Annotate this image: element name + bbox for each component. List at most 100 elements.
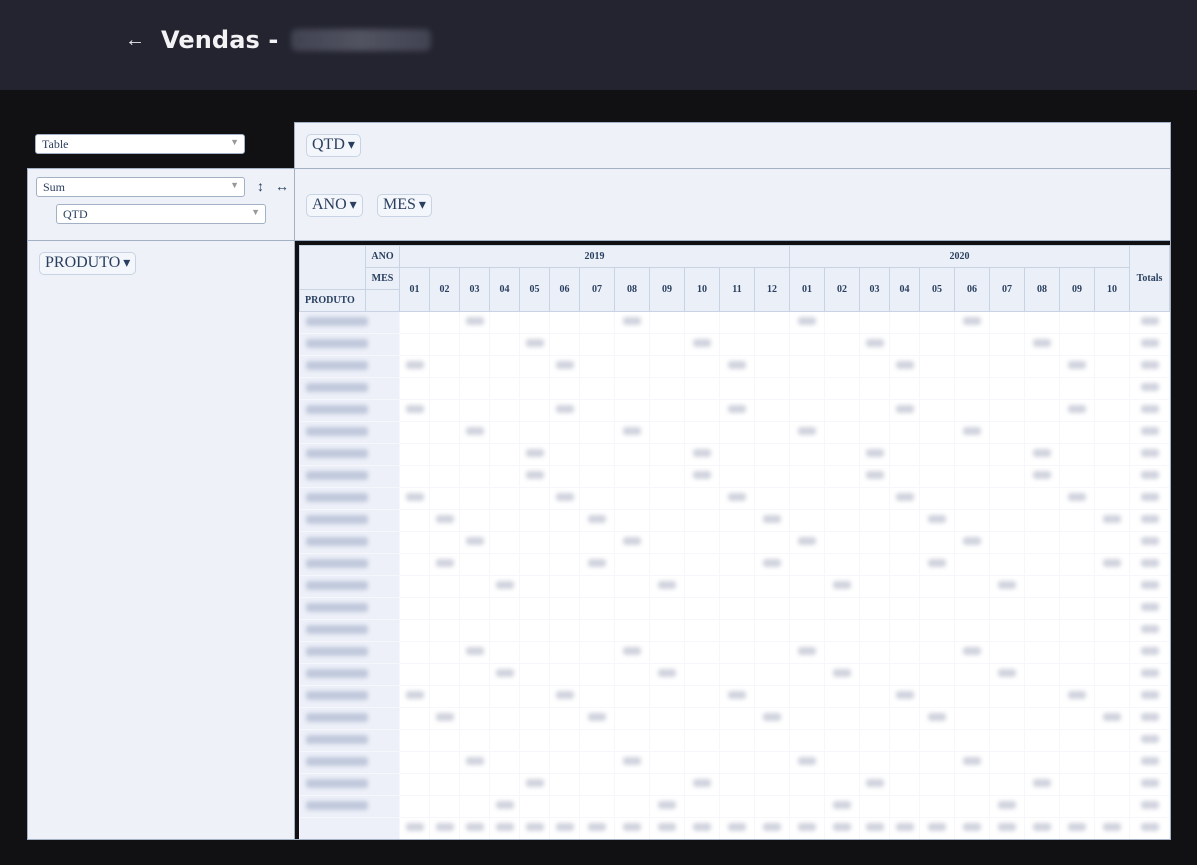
redacted-value (1068, 405, 1086, 413)
redacted-value (1140, 603, 1159, 611)
pivot-value-cell (649, 619, 685, 642)
pivot-row (299, 641, 1170, 664)
pivot-value-cell (614, 685, 650, 708)
pivot-value-cell (954, 729, 990, 752)
pivot-value-cell (1059, 355, 1095, 378)
pivot-value-cell (859, 773, 890, 796)
pivot-value-cell (459, 443, 490, 466)
pivot-value-cell (1129, 597, 1170, 620)
redacted-product-name (306, 712, 368, 722)
redacted-value (693, 779, 711, 787)
redacted-product-name (306, 360, 368, 370)
pivot-month-header: 11 (719, 267, 755, 312)
pivot-value-cell (649, 399, 685, 422)
pivot-value-cell (919, 509, 955, 532)
pivot-value-cell (684, 685, 720, 708)
pivot-value-cell (789, 729, 825, 752)
pivot-row-label (299, 509, 400, 532)
pivot-value-cell (754, 663, 790, 686)
redacted-value (525, 339, 544, 347)
col-order-icon[interactable]: ↔ (275, 178, 289, 194)
pivot-value-cell (989, 619, 1025, 642)
pivot-value-cell (684, 487, 720, 510)
pivot-value-cell (399, 685, 430, 708)
attr-produto[interactable]: PRODUTO ▾ (39, 252, 137, 275)
pivot-value-cell (989, 575, 1025, 598)
pivot-value-cell (429, 421, 460, 444)
pivot-row-label (299, 685, 400, 708)
pivot-value-cell (399, 333, 430, 356)
pivot-value-cell (719, 773, 755, 796)
pivot-value-cell (1024, 795, 1060, 818)
pivot-row-label (299, 311, 400, 334)
pivot-value-cell (614, 707, 650, 730)
pivot-value-cell (989, 751, 1025, 774)
pivot-value-cell (919, 575, 955, 598)
pivot-value-cell (1024, 509, 1060, 532)
attr-mes[interactable]: MES ▾ (377, 194, 432, 217)
pivot-value-cell (1129, 707, 1170, 730)
pivot-value-cell (789, 641, 825, 664)
pivot-value-cell (889, 421, 920, 444)
pivot-value-cell (859, 465, 890, 488)
pivot-value-cell (579, 619, 615, 642)
pivot-value-cell (789, 597, 825, 620)
pivot-ano-label: ANO (365, 245, 400, 268)
renderer-select[interactable]: Table ▼ (35, 134, 245, 154)
pivot-value-cell (549, 443, 580, 466)
redacted-value (588, 823, 606, 831)
redacted-value (435, 559, 454, 567)
redacted-value (1068, 691, 1086, 699)
redacted-value (833, 581, 851, 589)
pivot-value-cell (459, 509, 490, 532)
pivot-value-cell (399, 729, 430, 752)
redacted-value (798, 647, 816, 655)
pivot-row (299, 509, 1170, 532)
attr-qtd[interactable]: QTD ▾ (306, 134, 361, 157)
pivot-value-cell (399, 773, 430, 796)
redacted-value (693, 449, 711, 457)
pivot-value-cell (489, 729, 520, 752)
aggregator-value-select[interactable]: QTD ▼ (56, 204, 266, 224)
chevron-down-icon: ▼ (230, 180, 239, 190)
pivot-value-cell (684, 333, 720, 356)
pivot-value-cell (754, 685, 790, 708)
redacted-value (495, 801, 514, 809)
row-order-icon[interactable]: ↕ (257, 178, 264, 194)
attr-produto-label: PRODUTO (45, 254, 121, 271)
redacted-value (405, 823, 424, 831)
redacted-value (1140, 669, 1159, 677)
pivot-value-cell (954, 641, 990, 664)
pivot-value-cell (1024, 333, 1060, 356)
redacted-value (525, 779, 544, 787)
pivot-value-cell (1129, 333, 1170, 356)
pivot-value-cell (989, 355, 1025, 378)
pivot-value-cell (919, 443, 955, 466)
pivot-value-cell (954, 685, 990, 708)
aggregator-select[interactable]: Sum ▼ (36, 177, 245, 197)
pivot-value-cell (489, 399, 520, 422)
pivot-month-header: 05 (919, 267, 955, 312)
pivot-value-cell (889, 817, 920, 839)
pivot-value-cell (989, 399, 1025, 422)
arrow-left-icon[interactable]: ← (124, 29, 146, 51)
pivot-row (299, 773, 1170, 796)
pivot-row-label (299, 443, 400, 466)
pivot-value-cell (889, 465, 920, 488)
redacted-value (1033, 339, 1051, 347)
pivot-value-cell (889, 619, 920, 642)
redacted-value (1140, 581, 1159, 589)
pivot-value-cell (684, 399, 720, 422)
pivot-value-cell (614, 509, 650, 532)
pivot-value-cell (719, 553, 755, 576)
pivot-value-cell (1094, 575, 1130, 598)
pivot-value-cell (614, 795, 650, 818)
redacted-value (495, 823, 514, 831)
renderer-cell: Table ▼ (27, 122, 295, 169)
redacted-value (728, 691, 746, 699)
pivot-table-ui: Table ▼ QTD ▾ Sum ▼ QTD ▼ ↕ ↔ ANO ▾ MES ▾ P… (27, 122, 1171, 840)
pivot-value-cell (719, 355, 755, 378)
attr-ano[interactable]: ANO ▾ (306, 194, 363, 217)
pivot-value-cell (399, 619, 430, 642)
pivot-value-cell (754, 795, 790, 818)
